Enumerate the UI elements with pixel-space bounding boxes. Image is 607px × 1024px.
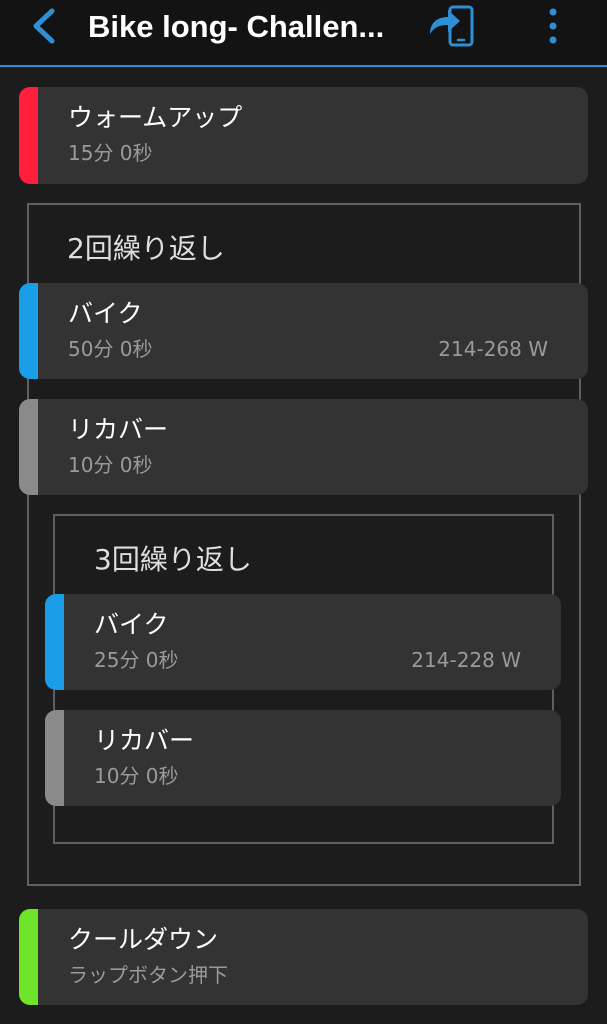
step-color-bar <box>19 87 38 184</box>
chevron-left-icon[interactable] <box>26 6 62 46</box>
step-cooldown[interactable]: クールダウン ラップボタン押下 <box>19 909 588 1005</box>
step-color-bar <box>19 399 38 495</box>
step-duration: 50分 0秒 <box>68 337 153 361</box>
repeat-label-outer: 2回繰り返し <box>67 232 225 265</box>
step-recovery-inner[interactable]: リカバー 10分 0秒 <box>45 710 561 806</box>
step-color-bar <box>19 283 38 379</box>
step-duration: 10分 0秒 <box>94 764 179 788</box>
send-to-device-icon[interactable] <box>426 4 478 48</box>
repeat-label-inner: 3回繰り返し <box>94 543 252 576</box>
step-bike-inner[interactable]: バイク 25分 0秒 214-228 W <box>45 594 561 690</box>
step-color-bar <box>45 594 64 690</box>
step-name: バイク <box>94 610 169 639</box>
step-recovery-outer[interactable]: リカバー 10分 0秒 <box>19 399 588 495</box>
step-duration: 15分 0秒 <box>68 141 153 165</box>
step-name: バイク <box>68 299 143 328</box>
page-title: Bike long- Challen... <box>88 9 385 44</box>
step-target: 214-268 W <box>438 337 548 361</box>
step-duration: ラップボタン押下 <box>68 963 228 987</box>
step-name: ウォームアップ <box>68 103 243 132</box>
top-app-bar: Bike long- Challen... <box>0 0 607 67</box>
step-name: リカバー <box>94 726 195 755</box>
step-name: クールダウン <box>68 925 219 954</box>
step-name: リカバー <box>68 415 169 444</box>
step-bike-outer[interactable]: バイク 50分 0秒 214-268 W <box>19 283 588 379</box>
step-color-bar <box>19 909 38 1005</box>
step-duration: 10分 0秒 <box>68 453 153 477</box>
step-duration: 25分 0秒 <box>94 648 179 672</box>
step-color-bar <box>45 710 64 806</box>
more-vertical-icon[interactable] <box>538 4 568 48</box>
step-target: 214-228 W <box>411 648 521 672</box>
step-warmup[interactable]: ウォームアップ 15分 0秒 <box>19 87 588 184</box>
